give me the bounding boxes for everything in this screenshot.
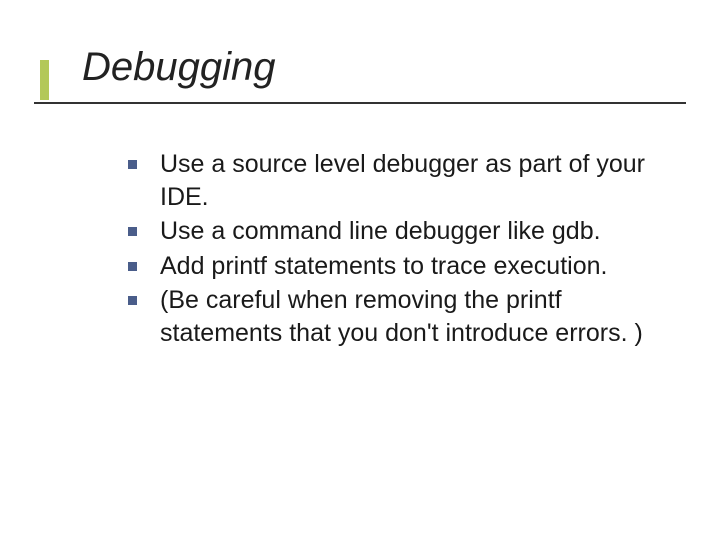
list-item: Use a command line debugger like gdb. xyxy=(120,215,680,248)
title-accent-bar xyxy=(40,60,49,100)
body-area: Use a source level debugger as part of y… xyxy=(120,148,680,351)
list-item: Use a source level debugger as part of y… xyxy=(120,148,680,213)
list-item: Add printf statements to trace execution… xyxy=(120,250,680,283)
bullet-list: Use a source level debugger as part of y… xyxy=(120,148,680,349)
title-divider xyxy=(34,102,686,104)
slide-title: Debugging xyxy=(34,46,686,88)
list-item: (Be careful when removing the printf sta… xyxy=(120,284,680,349)
slide: Debugging Use a source level debugger as… xyxy=(0,0,720,540)
title-area: Debugging xyxy=(34,46,686,104)
